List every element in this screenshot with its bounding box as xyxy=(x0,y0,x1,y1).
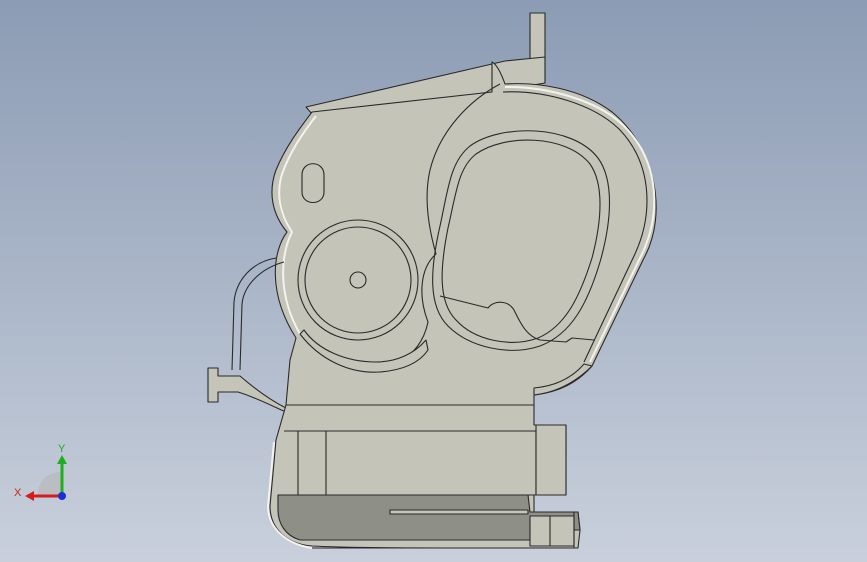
x-axis-label: X xyxy=(14,487,22,499)
y-axis-label: Y xyxy=(58,443,66,455)
base-right-boss xyxy=(535,424,567,496)
coordinate-triad: Y X xyxy=(14,443,67,501)
base-ledge xyxy=(529,515,575,547)
side-nozzle xyxy=(207,367,287,413)
boss-center-hole xyxy=(349,271,367,289)
x-axis-arrow-icon xyxy=(25,491,34,501)
cad-graphics-viewport[interactable]: Y X xyxy=(0,0,867,562)
z-axis-dot-icon xyxy=(58,492,66,500)
y-axis-arrow-icon xyxy=(57,455,67,464)
side-arm-curve xyxy=(231,257,277,371)
triad-plane-shade xyxy=(38,472,62,496)
part-model-view[interactable] xyxy=(0,0,867,562)
base-recess-rect xyxy=(325,430,537,496)
base-slot xyxy=(389,509,529,515)
